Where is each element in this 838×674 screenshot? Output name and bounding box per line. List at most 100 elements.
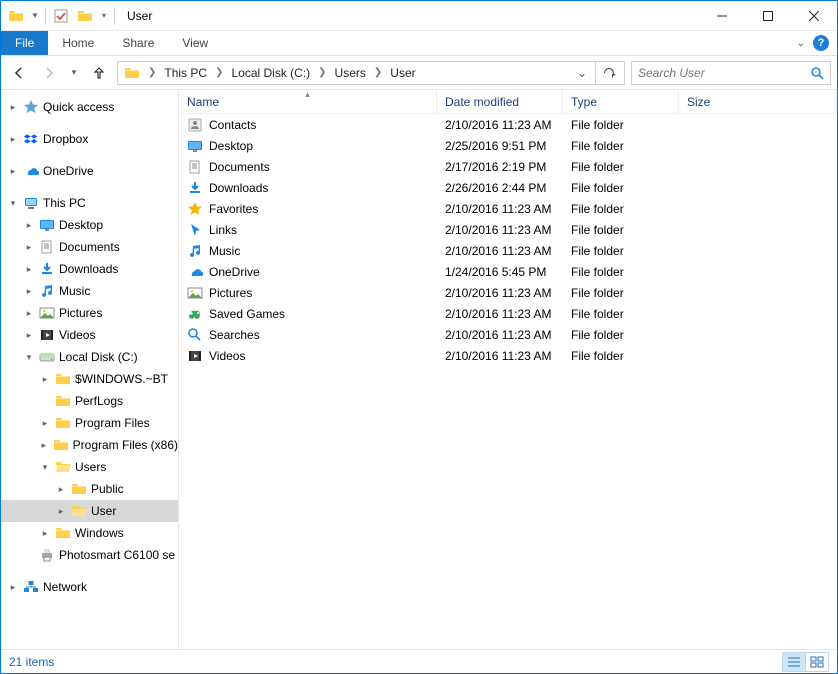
file-row[interactable]: OneDrive1/24/2016 5:45 PMFile folder bbox=[179, 261, 837, 282]
ribbon-expand-icon[interactable]: ⌄ bbox=[797, 38, 805, 49]
qat-dropdown-icon[interactable]: ▼ bbox=[29, 5, 41, 27]
file-name: Pictures bbox=[209, 286, 252, 300]
desktop-icon bbox=[39, 217, 55, 233]
file-type: File folder bbox=[563, 307, 679, 321]
file-date: 2/10/2016 11:23 AM bbox=[437, 223, 563, 237]
column-headers: Name ▴ Date modified Type Size bbox=[179, 90, 837, 114]
tree-program-files[interactable]: ▸Program Files bbox=[1, 412, 178, 434]
column-name[interactable]: Name ▴ bbox=[179, 90, 437, 113]
chevron-right-icon[interactable]: ❯ bbox=[146, 67, 158, 78]
thumbnails-view-button[interactable] bbox=[805, 652, 829, 672]
videos-icon bbox=[187, 348, 203, 364]
tree-videos[interactable]: ▸Videos bbox=[1, 324, 178, 346]
network-icon bbox=[23, 579, 39, 595]
file-type: File folder bbox=[563, 265, 679, 279]
file-tab[interactable]: File bbox=[1, 31, 48, 55]
tree-program-files-x86[interactable]: ▸Program Files (x86) bbox=[1, 434, 178, 456]
help-icon[interactable]: ? bbox=[813, 35, 829, 51]
tree-windows-bt[interactable]: ▸$WINDOWS.~BT bbox=[1, 368, 178, 390]
file-date: 2/26/2016 2:44 PM bbox=[437, 181, 563, 195]
search-box[interactable] bbox=[631, 61, 831, 85]
file-name: Links bbox=[209, 223, 237, 237]
pc-icon bbox=[23, 195, 39, 211]
refresh-button[interactable] bbox=[595, 62, 622, 84]
tree-users[interactable]: ▾Users bbox=[1, 456, 178, 478]
crumb-user[interactable]: User bbox=[386, 62, 419, 84]
forward-button[interactable] bbox=[37, 61, 61, 85]
tree-dropbox[interactable]: ▸Dropbox bbox=[1, 128, 178, 150]
contacts-icon bbox=[187, 117, 203, 133]
tree-perflogs[interactable]: PerfLogs bbox=[1, 390, 178, 412]
file-row[interactable]: Videos2/10/2016 11:23 AMFile folder bbox=[179, 345, 837, 366]
file-row[interactable]: Links2/10/2016 11:23 AMFile folder bbox=[179, 219, 837, 240]
search-input[interactable] bbox=[638, 66, 810, 80]
column-type[interactable]: Type bbox=[563, 90, 679, 113]
tree-public[interactable]: ▸Public bbox=[1, 478, 178, 500]
folder-icon bbox=[55, 371, 71, 387]
tab-share[interactable]: Share bbox=[108, 31, 168, 55]
tree-music[interactable]: ▸Music bbox=[1, 280, 178, 302]
minimize-button[interactable] bbox=[699, 1, 745, 31]
back-button[interactable] bbox=[7, 61, 31, 85]
file-row[interactable]: Pictures2/10/2016 11:23 AMFile folder bbox=[179, 282, 837, 303]
tree-local-disk[interactable]: ▾Local Disk (C:) bbox=[1, 346, 178, 368]
search-icon[interactable] bbox=[810, 66, 824, 80]
qat-customize-icon[interactable]: ▾ bbox=[98, 5, 110, 27]
tree-pictures[interactable]: ▸Pictures bbox=[1, 302, 178, 324]
file-row[interactable]: Saved Games2/10/2016 11:23 AMFile folder bbox=[179, 303, 837, 324]
maximize-button[interactable] bbox=[745, 1, 791, 31]
navigation-pane[interactable]: ▸Quick access ▸Dropbox ▸OneDrive ▾This P… bbox=[1, 90, 179, 649]
tree-user[interactable]: ▸User bbox=[1, 500, 178, 522]
column-size[interactable]: Size bbox=[679, 90, 837, 113]
details-view-button[interactable] bbox=[782, 652, 806, 672]
address-history-dropdown[interactable]: ⌄ bbox=[571, 66, 593, 80]
address-icon bbox=[120, 62, 144, 84]
tab-home[interactable]: Home bbox=[48, 31, 108, 55]
crumb-users[interactable]: Users bbox=[331, 62, 370, 84]
music-icon bbox=[39, 283, 55, 299]
tree-windows[interactable]: ▸Windows bbox=[1, 522, 178, 544]
tree-label: Quick access bbox=[43, 100, 114, 114]
column-date[interactable]: Date modified bbox=[437, 90, 563, 113]
file-date: 2/10/2016 11:23 AM bbox=[437, 202, 563, 216]
file-row[interactable]: Searches2/10/2016 11:23 AMFile folder bbox=[179, 324, 837, 345]
chevron-right-icon[interactable]: ❯ bbox=[316, 67, 328, 78]
tab-view[interactable]: View bbox=[168, 31, 222, 55]
recent-locations-button[interactable]: ▾ bbox=[67, 61, 81, 85]
chevron-right-icon[interactable]: ❯ bbox=[213, 67, 225, 78]
tree-documents[interactable]: ▸Documents bbox=[1, 236, 178, 258]
documents-icon bbox=[187, 159, 203, 175]
sort-indicator-icon: ▴ bbox=[305, 90, 310, 100]
tree-network[interactable]: ▸Network bbox=[1, 576, 178, 598]
new-folder-icon[interactable] bbox=[74, 5, 96, 27]
address-bar[interactable]: ❯ This PC ❯ Local Disk (C:) ❯ Users ❯ Us… bbox=[117, 61, 625, 85]
printer-icon bbox=[39, 547, 55, 563]
column-label: Name bbox=[187, 95, 219, 109]
file-date: 2/10/2016 11:23 AM bbox=[437, 328, 563, 342]
file-date: 2/10/2016 11:23 AM bbox=[437, 244, 563, 258]
folder-icon bbox=[55, 459, 71, 475]
chevron-right-icon[interactable]: ❯ bbox=[372, 67, 384, 78]
file-row[interactable]: Documents2/17/2016 2:19 PMFile folder bbox=[179, 156, 837, 177]
file-row[interactable]: Favorites2/10/2016 11:23 AMFile folder bbox=[179, 198, 837, 219]
file-type: File folder bbox=[563, 139, 679, 153]
tree-this-pc[interactable]: ▾This PC bbox=[1, 192, 178, 214]
tree-quick-access[interactable]: ▸Quick access bbox=[1, 96, 178, 118]
tree-label: Local Disk (C:) bbox=[59, 350, 138, 364]
crumb-this-pc[interactable]: This PC bbox=[160, 62, 211, 84]
tree-desktop[interactable]: ▸Desktop bbox=[1, 214, 178, 236]
file-row[interactable]: Contacts2/10/2016 11:23 AMFile folder bbox=[179, 114, 837, 135]
properties-check-icon[interactable] bbox=[50, 5, 72, 27]
file-row[interactable]: Music2/10/2016 11:23 AMFile folder bbox=[179, 240, 837, 261]
file-row[interactable]: Downloads2/26/2016 2:44 PMFile folder bbox=[179, 177, 837, 198]
file-row[interactable]: Desktop2/25/2016 9:51 PMFile folder bbox=[179, 135, 837, 156]
crumb-local-disk[interactable]: Local Disk (C:) bbox=[227, 62, 314, 84]
file-name: Contacts bbox=[209, 118, 256, 132]
close-button[interactable] bbox=[791, 1, 837, 31]
up-button[interactable] bbox=[87, 61, 111, 85]
tree-onedrive[interactable]: ▸OneDrive bbox=[1, 160, 178, 182]
tree-label: Program Files (x86) bbox=[73, 438, 178, 452]
tree-downloads[interactable]: ▸Downloads bbox=[1, 258, 178, 280]
tree-photosmart[interactable]: Photosmart C6100 se bbox=[1, 544, 178, 566]
file-list[interactable]: Name▴ Date modified Type Size Contacts2/… bbox=[179, 90, 837, 649]
